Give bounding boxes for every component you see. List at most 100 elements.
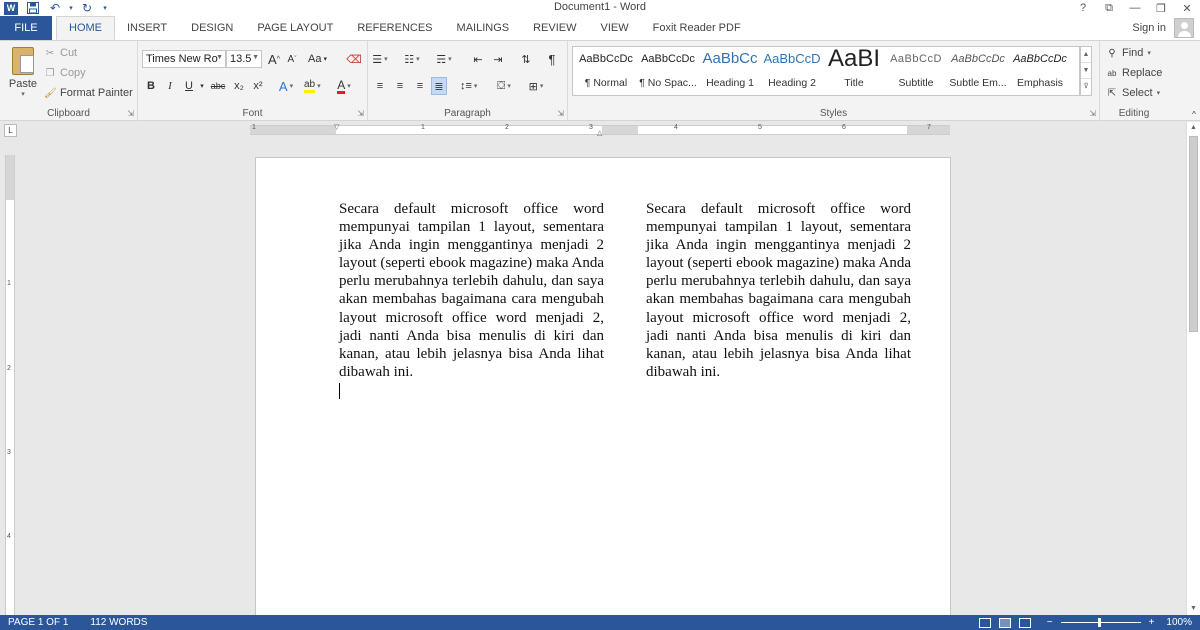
increase-indent-button[interactable]: ⇥ xyxy=(490,50,506,68)
sign-in-link[interactable]: Sign in xyxy=(1132,22,1166,34)
save-icon[interactable] xyxy=(22,0,44,16)
avatar[interactable] xyxy=(1174,18,1194,38)
horizontal-ruler[interactable]: 1 1 2 3 4 5 6 7 ▽ △ xyxy=(250,123,950,137)
align-center-button[interactable]: ≡ xyxy=(392,77,408,95)
italic-button[interactable]: I xyxy=(162,77,178,95)
align-right-button[interactable]: ≡ xyxy=(412,77,428,95)
superscript-button[interactable]: x² xyxy=(250,77,266,95)
style-subtle-emphasis[interactable]: AaBbCcDc Subtle Em... xyxy=(947,47,1009,95)
clear-formatting-button[interactable]: ⌫ xyxy=(346,50,362,68)
undo-icon[interactable]: ↶ xyxy=(44,0,66,16)
read-mode-icon[interactable] xyxy=(978,617,991,628)
clipboard-launcher-icon[interactable]: ⇲ xyxy=(127,109,134,118)
tab-page-layout[interactable]: PAGE LAYOUT xyxy=(245,16,345,40)
close-button[interactable]: ✕ xyxy=(1174,0,1200,16)
sort-button[interactable]: ⇅ xyxy=(518,50,534,68)
style-no-spacing[interactable]: AaBbCcDc ¶ No Spac... xyxy=(637,47,699,95)
multilevel-list-button[interactable]: ☴ ▾ xyxy=(436,50,452,68)
customize-qat-icon[interactable]: ▾ xyxy=(98,0,112,16)
bold-button[interactable]: B xyxy=(143,77,159,95)
paragraph-launcher-icon[interactable]: ⇲ xyxy=(557,109,564,118)
paste-button[interactable]: Paste ▾ xyxy=(6,47,40,103)
shrink-font-button[interactable]: Aˇ xyxy=(284,50,300,68)
bullets-button[interactable]: ☰ ▾ xyxy=(372,50,388,68)
style-heading-2[interactable]: AaBbCcD Heading 2 xyxy=(761,47,823,95)
font-name-combo[interactable]: Times New Ro ▼ xyxy=(142,50,226,68)
tab-foxit-reader-pdf[interactable]: Foxit Reader PDF xyxy=(641,16,753,40)
zoom-level[interactable]: 100% xyxy=(1166,617,1192,628)
scrollbar-thumb[interactable] xyxy=(1189,136,1198,332)
decrease-indent-button[interactable]: ⇤ xyxy=(470,50,486,68)
restore-button[interactable]: ❐ xyxy=(1148,0,1174,16)
change-case-button[interactable]: Aa ▾ xyxy=(308,50,327,68)
scroll-down-icon[interactable]: ▼ xyxy=(1187,603,1200,615)
left-column-text[interactable]: Secara default microsoft office word mem… xyxy=(339,200,604,381)
style-emphasis[interactable]: AaBbCcDc Emphasis xyxy=(1009,47,1071,95)
minimize-button[interactable]: — xyxy=(1122,0,1148,16)
cut-button[interactable]: ✂ Cut xyxy=(44,44,77,62)
zoom-out-button[interactable]: − xyxy=(1047,617,1053,628)
tab-references[interactable]: REFERENCES xyxy=(345,16,444,40)
word-logo-icon[interactable]: W xyxy=(4,1,18,15)
font-size-combo[interactable]: 13.5 ▼ xyxy=(226,50,262,68)
tab-selector-icon[interactable]: L xyxy=(4,124,17,137)
font-color-button[interactable]: A ▾ xyxy=(336,77,352,95)
zoom-slider-thumb[interactable] xyxy=(1097,618,1101,627)
right-column-text[interactable]: Secara default microsoft office word mem… xyxy=(646,200,911,381)
subscript-button[interactable]: x₂ xyxy=(231,77,247,95)
tab-insert[interactable]: INSERT xyxy=(115,16,179,40)
style-title[interactable]: AaBI Title xyxy=(823,45,885,95)
justify-button[interactable]: ≣ xyxy=(431,77,447,95)
styles-launcher-icon[interactable]: ⇲ xyxy=(1089,109,1096,118)
word-count[interactable]: 112 WORDS xyxy=(76,617,155,628)
format-painter-button[interactable]: 🖌 Format Painter xyxy=(44,84,133,102)
select-button[interactable]: ⇱ Select ▾ xyxy=(1106,84,1160,102)
style-subtitle[interactable]: AaBbCcD Subtitle xyxy=(885,47,947,95)
tab-mailings[interactable]: MAILINGS xyxy=(445,16,522,40)
select-dropdown-icon: ▾ xyxy=(1156,90,1161,97)
show-hide-button[interactable]: ¶ xyxy=(544,50,560,68)
strikethrough-button[interactable]: abc xyxy=(210,77,226,95)
replace-button[interactable]: ab Replace xyxy=(1106,64,1163,82)
tab-review[interactable]: REVIEW xyxy=(521,16,588,40)
document-page[interactable]: Secara default microsoft office word mem… xyxy=(255,157,951,627)
redo-icon[interactable]: ↻ xyxy=(76,0,98,16)
print-layout-icon[interactable] xyxy=(998,617,1011,628)
find-button[interactable]: ⚲ Find ▾ xyxy=(1106,44,1151,62)
tab-home[interactable]: HOME xyxy=(56,16,115,40)
zoom-slider[interactable] xyxy=(1060,618,1141,627)
styles-scroll-down-icon[interactable]: ▼ xyxy=(1081,63,1091,79)
underline-button[interactable]: U xyxy=(181,77,197,95)
numbering-button[interactable]: ☷ ▾ xyxy=(404,50,420,68)
ribbon-display-options-button[interactable]: ⧉ xyxy=(1096,0,1122,16)
underline-dropdown-icon[interactable]: ▾ xyxy=(198,77,206,95)
copy-button[interactable]: ❐ Copy xyxy=(44,64,86,82)
zoom-in-button[interactable]: + xyxy=(1149,617,1155,628)
style-heading-1[interactable]: AaBbCc Heading 1 xyxy=(699,47,761,95)
styles-scroll-up-icon[interactable]: ▲ xyxy=(1081,47,1091,63)
align-left-button[interactable]: ≡ xyxy=(372,77,388,95)
first-line-indent-marker-icon[interactable]: ▽ xyxy=(334,123,339,131)
borders-button[interactable]: ⊞ ▾ xyxy=(528,77,544,95)
page-count[interactable]: PAGE 1 OF 1 xyxy=(0,617,76,628)
vertical-ruler[interactable]: 1 2 3 4 xyxy=(5,155,15,615)
shading-button[interactable]: ⛋ ▾ xyxy=(496,77,512,95)
style-normal[interactable]: AaBbCcDc ¶ Normal xyxy=(575,47,637,95)
font-launcher-icon[interactable]: ⇲ xyxy=(357,109,364,118)
ruler-number: 4 xyxy=(674,124,678,131)
highlight-color-button[interactable]: ab ▾ xyxy=(304,77,321,95)
right-indent-marker-icon[interactable]: △ xyxy=(597,129,602,137)
text-effects-button[interactable]: A ▾ xyxy=(278,77,294,95)
styles-more-icon[interactable]: ⊽ xyxy=(1081,79,1091,95)
tab-design[interactable]: DESIGN xyxy=(179,16,245,40)
line-spacing-button[interactable]: ↕≡ ▾ xyxy=(460,77,477,95)
scroll-up-icon[interactable]: ▲ xyxy=(1187,122,1200,134)
window-controls: ? ⧉ — ❐ ✕ xyxy=(1070,0,1200,16)
vertical-scrollbar[interactable]: ▲ ▼ xyxy=(1186,122,1200,615)
undo-dropdown-icon[interactable]: ▾ xyxy=(66,0,76,16)
tab-view[interactable]: VIEW xyxy=(589,16,641,40)
web-layout-icon[interactable] xyxy=(1018,617,1031,628)
help-button[interactable]: ? xyxy=(1070,0,1096,16)
tab-file[interactable]: FILE xyxy=(0,16,52,40)
grow-font-button[interactable]: A ^ xyxy=(266,50,282,68)
